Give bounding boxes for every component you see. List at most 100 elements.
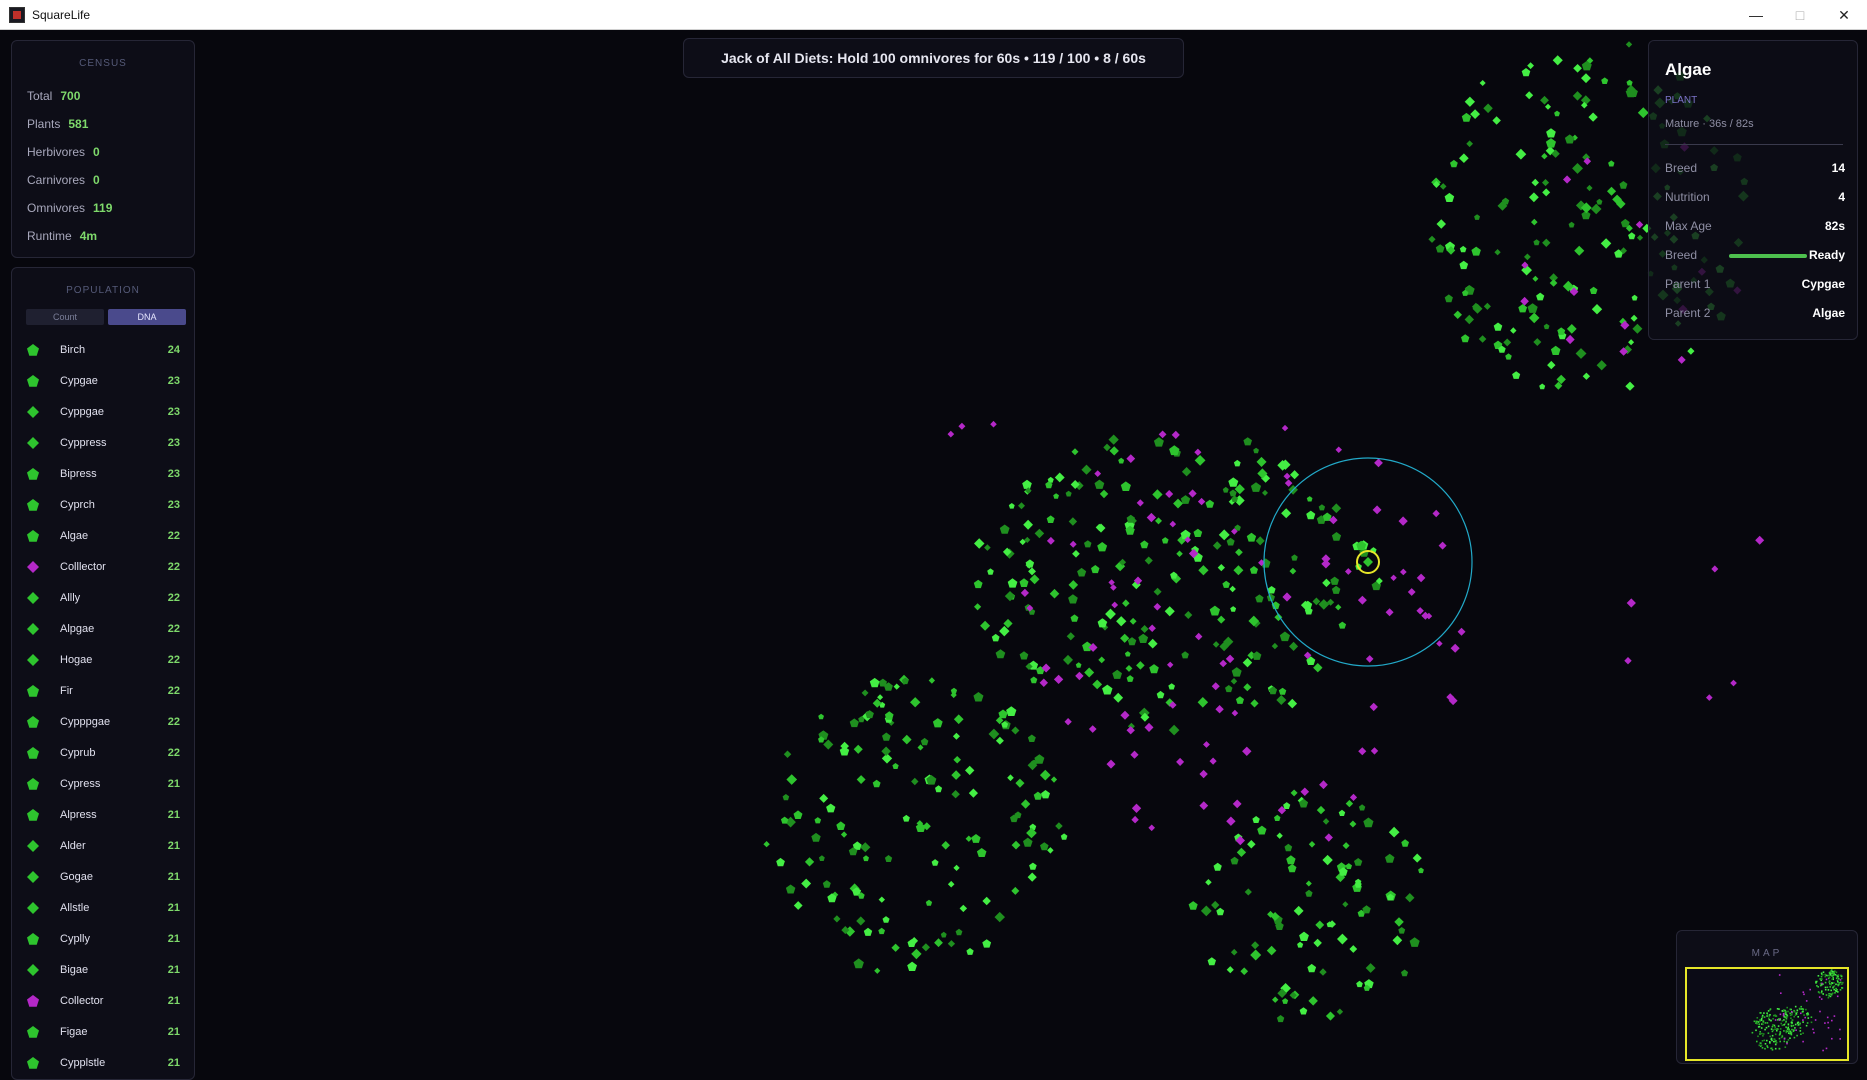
plant-organism[interactable] xyxy=(863,855,869,862)
plant-organism[interactable] xyxy=(984,544,991,551)
plant-organism[interactable] xyxy=(1250,482,1262,492)
plant-organism[interactable] xyxy=(1398,927,1406,934)
plant-organism[interactable] xyxy=(856,775,866,784)
plant-organism[interactable] xyxy=(1071,448,1079,456)
omnivore-organism[interactable] xyxy=(1730,679,1737,687)
omnivore-organism[interactable] xyxy=(1126,454,1136,463)
plant-organism[interactable] xyxy=(1007,578,1018,588)
plant-organism[interactable] xyxy=(1230,856,1239,865)
plant-organism[interactable] xyxy=(952,732,960,740)
plant-organism[interactable] xyxy=(1409,937,1420,947)
plant-organism[interactable] xyxy=(878,927,885,935)
plant-organism[interactable] xyxy=(1011,840,1021,850)
plant-organism[interactable] xyxy=(1450,159,1458,168)
plant-organism[interactable] xyxy=(982,896,991,906)
plant-organism[interactable] xyxy=(1243,437,1252,446)
omnivore-organism[interactable] xyxy=(1120,710,1130,720)
plant-organism[interactable] xyxy=(1625,381,1635,391)
simulation-world[interactable] xyxy=(0,31,1867,1080)
omnivore-organism[interactable] xyxy=(1153,603,1162,611)
plant-organism[interactable] xyxy=(1319,968,1327,976)
plant-organism[interactable] xyxy=(1687,347,1695,355)
plant-organism[interactable] xyxy=(1574,245,1585,256)
omnivore-organism[interactable] xyxy=(1039,678,1048,688)
plant-organism[interactable] xyxy=(1180,495,1191,504)
population-item[interactable]: Collector 21 xyxy=(24,991,188,1013)
plant-organism[interactable] xyxy=(1331,585,1341,594)
plant-organism[interactable] xyxy=(891,943,900,952)
plant-organism[interactable] xyxy=(1253,447,1259,454)
omnivore-organism[interactable] xyxy=(1432,509,1440,518)
plant-organism[interactable] xyxy=(1318,504,1326,511)
plant-organism[interactable] xyxy=(1588,112,1598,122)
plant-organism[interactable] xyxy=(1046,515,1055,523)
plant-organism[interactable] xyxy=(1242,657,1253,668)
plant-organism[interactable] xyxy=(1322,818,1330,825)
plant-organism[interactable] xyxy=(1140,540,1149,549)
plant-organism[interactable] xyxy=(911,777,919,786)
plant-organism[interactable] xyxy=(1525,91,1534,100)
plant-organism[interactable] xyxy=(1286,855,1296,865)
plant-organism[interactable] xyxy=(874,967,881,974)
plant-organism[interactable] xyxy=(1193,528,1203,537)
plant-organism[interactable] xyxy=(1358,804,1366,811)
omnivore-organism[interactable] xyxy=(1370,747,1379,755)
plant-organism[interactable] xyxy=(1297,941,1304,948)
plant-organism[interactable] xyxy=(1459,153,1469,163)
plant-organism[interactable] xyxy=(1483,302,1491,310)
plant-organism[interactable] xyxy=(973,692,984,702)
plant-organism[interactable] xyxy=(1250,699,1259,708)
plant-organism[interactable] xyxy=(1573,64,1582,73)
plant-organism[interactable] xyxy=(976,848,987,857)
plant-organism[interactable] xyxy=(1120,633,1130,643)
plant-organism[interactable] xyxy=(1631,294,1638,301)
plant-organism[interactable] xyxy=(1041,790,1050,799)
plant-organism[interactable] xyxy=(1084,540,1092,548)
omnivore-organism[interactable] xyxy=(1283,472,1291,480)
omnivore-organism[interactable] xyxy=(1357,595,1367,605)
selected-organism[interactable] xyxy=(1363,557,1373,567)
plant-organism[interactable] xyxy=(1205,499,1215,508)
omnivore-organism[interactable] xyxy=(1197,497,1206,506)
plant-organism[interactable] xyxy=(1444,192,1455,202)
plant-organism[interactable] xyxy=(1011,886,1020,895)
plant-organism[interactable] xyxy=(1102,684,1113,695)
plant-organism[interactable] xyxy=(1510,327,1517,334)
plant-organism[interactable] xyxy=(1313,663,1323,673)
plant-organism[interactable] xyxy=(1349,820,1357,828)
plant-organism[interactable] xyxy=(776,857,785,867)
plant-organism[interactable] xyxy=(1453,310,1463,319)
plant-organism[interactable] xyxy=(1532,275,1539,282)
omnivore-organism[interactable] xyxy=(1284,479,1293,487)
plant-organism[interactable] xyxy=(1591,304,1603,315)
plant-organism[interactable] xyxy=(763,841,770,848)
plant-organism[interactable] xyxy=(1493,322,1503,331)
plant-organism[interactable] xyxy=(910,697,921,708)
omnivore-organism[interactable] xyxy=(1321,554,1331,564)
plant-organism[interactable] xyxy=(882,732,891,741)
plant-organism[interactable] xyxy=(1278,687,1287,695)
tab-count[interactable]: Count xyxy=(26,309,104,325)
plant-organism[interactable] xyxy=(1318,599,1330,610)
plant-organism[interactable] xyxy=(1252,816,1260,823)
plant-organism[interactable] xyxy=(1054,472,1065,483)
plant-organism[interactable] xyxy=(1126,514,1135,523)
plant-organism[interactable] xyxy=(1026,827,1037,839)
plant-organism[interactable] xyxy=(1006,706,1017,716)
plant-organism[interactable] xyxy=(865,710,874,719)
plant-organism[interactable] xyxy=(911,948,922,960)
plant-organism[interactable] xyxy=(1212,541,1222,550)
plant-organism[interactable] xyxy=(1338,621,1347,629)
plant-organism[interactable] xyxy=(1336,1008,1344,1015)
plant-organism[interactable] xyxy=(947,940,956,948)
plant-organism[interactable] xyxy=(1478,335,1487,343)
plant-organism[interactable] xyxy=(1233,459,1241,467)
plant-organism[interactable] xyxy=(947,880,955,888)
plant-organism[interactable] xyxy=(1322,854,1333,866)
plant-organism[interactable] xyxy=(1515,148,1527,160)
population-item[interactable]: Cyplly 21 xyxy=(24,929,188,951)
plant-organism[interactable] xyxy=(1251,941,1260,950)
plant-organism[interactable] xyxy=(1217,564,1225,572)
population-item[interactable]: Cyppgae 23 xyxy=(24,402,188,424)
plant-organism[interactable] xyxy=(1290,470,1300,480)
